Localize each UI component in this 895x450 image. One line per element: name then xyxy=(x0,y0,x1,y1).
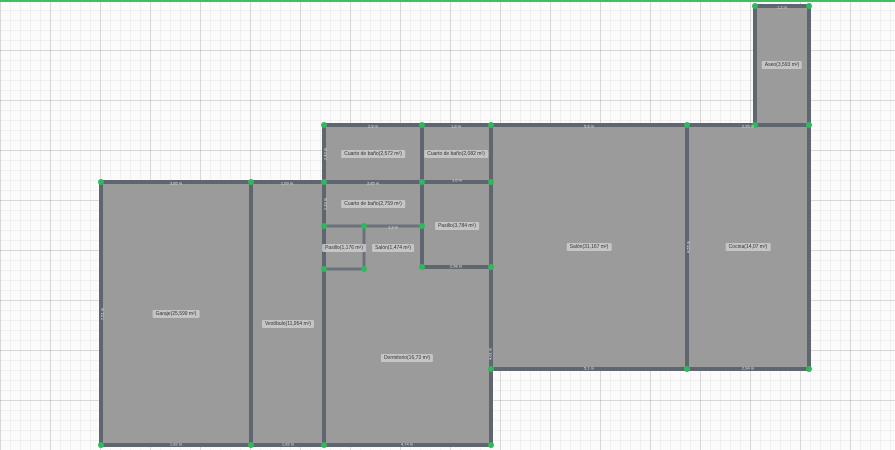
dimension-label: 4,55 m xyxy=(685,240,691,254)
room-label-aseo[interactable]: Aseo(3,593 m²) xyxy=(761,61,803,69)
dimension-label: 1,6 m xyxy=(451,177,463,183)
dimension-label: 2,98 m xyxy=(449,263,463,269)
floor-plan-canvas[interactable]: Garaje(25,599 m²) Vestíbulo(11,954 m²) D… xyxy=(0,0,895,450)
room-label-pasillo-large[interactable]: Pasillo(3,784 m²) xyxy=(435,222,479,230)
room-label-cuarto-bano-3[interactable]: Cuarto de baño(2,759 m²) xyxy=(341,200,405,208)
room-label-garaje[interactable]: Garaje(25,599 m²) xyxy=(152,310,200,318)
dimension-label: 1,82 m xyxy=(281,441,295,447)
room-label-salon[interactable]: Salón(31,167 m²) xyxy=(566,243,612,251)
dimension-label: 3,85 m xyxy=(169,180,183,186)
dimension-label: 4,74 m xyxy=(400,441,414,447)
room-label-cuarto-bano-2[interactable]: Cuarto de baño(2,082 m²) xyxy=(424,150,488,158)
dimension-label: 2,94 m xyxy=(741,365,755,371)
dimension-label: 7,51 m xyxy=(99,307,105,321)
dimension-label: 2,95 m xyxy=(741,123,755,129)
room-label-salon-small[interactable]: Salón(1,474 m²) xyxy=(372,244,414,252)
room-label-vestibulo[interactable]: Vestíbulo(11,954 m²) xyxy=(261,320,315,328)
room-label-pasillo-small[interactable]: Pasillo(1,176 m²) xyxy=(322,244,366,252)
dimension-label: 1,69 m xyxy=(280,180,294,186)
dimension-label: 1,8 m xyxy=(450,123,462,129)
dimension-label: 3,85 m xyxy=(366,180,380,186)
dimension-label: 5,8 m xyxy=(583,123,595,129)
dimension-label: 4,01 m xyxy=(487,347,493,361)
dimension-label: 2,8 m xyxy=(367,123,379,129)
dimension-label: 1,82 m xyxy=(169,441,183,447)
room-label-cocina[interactable]: Cocina(14,07 m²) xyxy=(725,243,771,251)
dimension-label: 1,3 m xyxy=(387,224,399,230)
dimension-label: 1,19 m xyxy=(322,197,328,211)
dimension-label: 1,43 m xyxy=(322,147,328,161)
dimension-label: 5,1 m xyxy=(583,365,595,371)
room-label-dormitorio[interactable]: Dormitorio(16,73 m²) xyxy=(380,354,434,362)
room-label-cuarto-bano-1[interactable]: Cuarto de baño(2,572 m²) xyxy=(341,150,405,158)
dimension-label: 1,2 m xyxy=(776,4,788,10)
room-vestibulo[interactable] xyxy=(251,182,324,445)
